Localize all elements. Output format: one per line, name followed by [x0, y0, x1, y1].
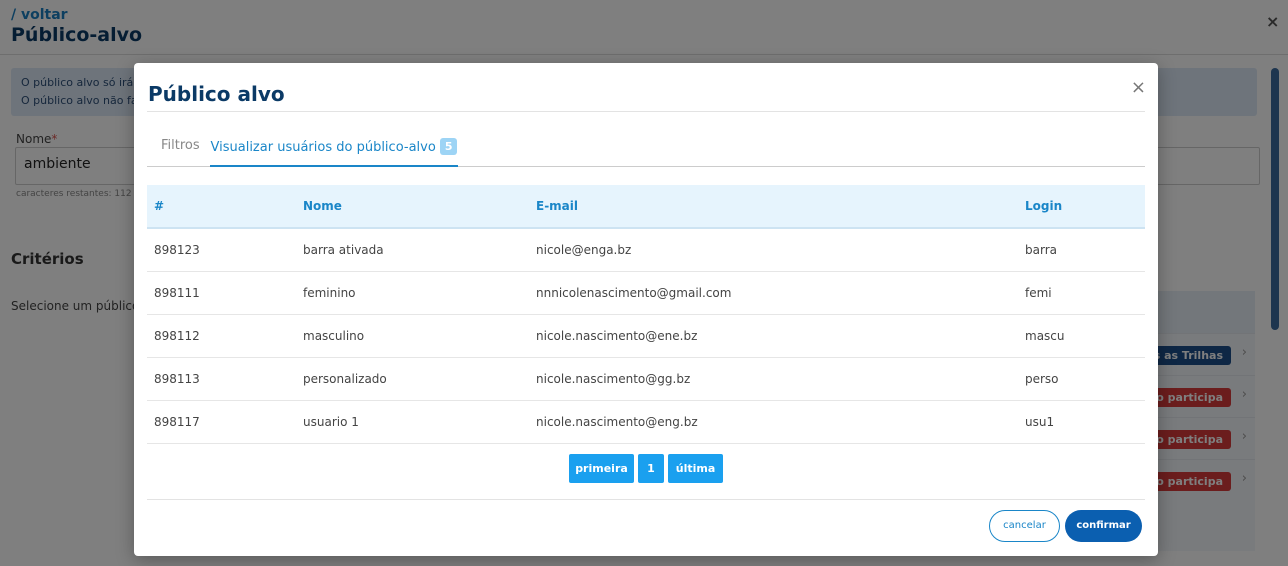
confirm-button[interactable]: confirmar	[1065, 510, 1142, 542]
tab-visualizar-usuarios[interactable]: Visualizar usuários do público-alvo 5	[210, 125, 458, 167]
cell-nome: personalizado	[303, 371, 387, 386]
first-page-button[interactable]: primeira	[569, 454, 634, 483]
table-row: 898123 barra ativada nicole@enga.bz barr…	[147, 228, 1145, 271]
cell-nome: barra ativada	[303, 242, 384, 257]
publico-alvo-modal: Público alvo × Filtros Visualizar usuári…	[134, 63, 1158, 556]
cell-email: nnnicolenascimento@gmail.com	[536, 285, 732, 300]
last-page-button[interactable]: última	[668, 454, 723, 483]
close-icon[interactable]: ×	[1131, 77, 1146, 98]
modal-header-divider	[147, 111, 1145, 112]
cell-nome: usuario 1	[303, 414, 359, 429]
tab-visualizar-usuarios-label: Visualizar usuários do público-alvo	[210, 140, 436, 155]
cell-email: nicole.nascimento@eng.bz	[536, 414, 698, 429]
table-row: 898117 usuario 1 nicole.nascimento@eng.b…	[147, 400, 1145, 443]
cell-nome: masculino	[303, 328, 365, 343]
modal-footer-divider	[147, 499, 1145, 500]
cell-id: 898113	[154, 371, 200, 386]
cell-id: 898111	[154, 285, 200, 300]
modal-title: Público alvo	[148, 82, 285, 106]
cell-nome: feminino	[303, 285, 356, 300]
cell-email: nicole.nascimento@gg.bz	[536, 371, 691, 386]
cell-id: 898112	[154, 328, 200, 343]
tab-filtros[interactable]: Filtros	[161, 125, 200, 167]
cell-email: nicole@enga.bz	[536, 242, 632, 257]
cell-email: nicole.nascimento@ene.bz	[536, 328, 698, 343]
table-row: 898113 personalizado nicole.nascimento@g…	[147, 357, 1145, 400]
cell-id: 898117	[154, 414, 200, 429]
table-row: 898111 feminino nnnicolenascimento@gmail…	[147, 271, 1145, 314]
cancel-button[interactable]: cancelar	[989, 510, 1060, 542]
users-table: # Nome E-mail Login 898123 barra ativada…	[147, 185, 1145, 444]
page-1-button[interactable]: 1	[638, 454, 664, 483]
cell-id: 898123	[154, 242, 200, 257]
column-header-nome[interactable]: Nome	[296, 185, 529, 229]
column-header-email[interactable]: E-mail	[529, 185, 1018, 229]
column-header-id[interactable]: #	[147, 185, 296, 229]
cell-login: femi	[1025, 285, 1052, 300]
column-header-login[interactable]: Login	[1018, 185, 1145, 229]
cell-login: mascu	[1025, 328, 1065, 343]
count-badge: 5	[439, 138, 458, 155]
table-header-row: # Nome E-mail Login	[147, 185, 1145, 229]
modal-tabs: Filtros Visualizar usuários do público-a…	[147, 125, 1145, 167]
table-row: 898112 masculino nicole.nascimento@ene.b…	[147, 314, 1145, 357]
cell-login: barra	[1025, 242, 1057, 257]
cell-login: usu1	[1025, 414, 1055, 429]
cell-login: perso	[1025, 371, 1059, 386]
